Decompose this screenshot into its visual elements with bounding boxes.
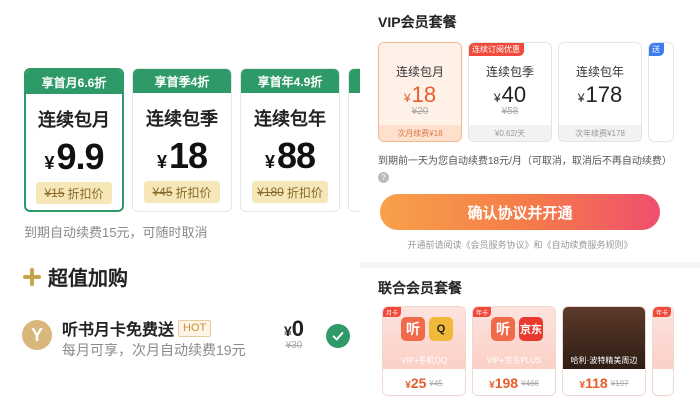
- joint-price: ¥118 ¥197: [563, 369, 645, 395]
- audiobook-app-icon: 听: [401, 317, 425, 341]
- addon-title: 听书月卡免费送 HOT: [62, 316, 212, 340]
- vip-plan-foot: 次年续费¥178: [559, 125, 641, 141]
- vip-plan-original: ¥20: [411, 106, 429, 117]
- discount-label: 折扣价: [286, 185, 323, 200]
- merchandise-image: 哈利·波特精美周边: [563, 307, 645, 369]
- addon-section-title: 超值加购: [22, 262, 128, 291]
- plan-tag: 享首年4.9折: [241, 69, 339, 93]
- vip-plan-monthly[interactable]: 连续包月 ¥18 ¥20 次月续费¥18: [378, 42, 462, 142]
- joint-image: 月卡 听 Q VIP+手机QQ: [383, 307, 465, 369]
- vip-plan-yearly[interactable]: 连续包年 ¥178 次年续费¥178: [558, 42, 642, 142]
- vip-plan-quarterly[interactable]: 连续订阅优惠 连续包季 ¥40 ¥58 ¥0.62/天: [468, 42, 552, 142]
- jd-icon: 京东: [519, 317, 543, 341]
- joint-card-qq[interactable]: 月卡 听 Q VIP+手机QQ ¥25 ¥45: [382, 306, 466, 396]
- joint-plan-cards: 月卡 听 Q VIP+手机QQ ¥25 ¥45 年卡 听 京东 VIP+京东PL…: [382, 306, 700, 410]
- plan-cards: 享首月6.6折 连续包月 ¥ 9.9 ¥15 折扣价 享首季4折 连续包季 ¥ …: [24, 68, 360, 212]
- plus-icon: [22, 267, 42, 287]
- plan-card-yearly[interactable]: 享首年4.9折 连续包年 ¥ 88 ¥180 折扣价: [240, 68, 340, 212]
- joint-image: 年卡 听 京东 VIP+京东PLUS: [473, 307, 555, 369]
- vip-plan-original: ¥58: [501, 106, 519, 117]
- joint-price: ¥25 ¥45: [383, 369, 465, 395]
- plan-price: ¥ 9.9: [26, 136, 122, 178]
- plan-name: 连续包季: [146, 109, 218, 129]
- joint-section: 联合会员套餐 月卡 听 Q VIP+手机QQ ¥25 ¥45 年卡 听 京东 V…: [360, 268, 700, 414]
- plan-card-next[interactable]: [348, 68, 360, 212]
- vip-plan-name: 连续包月: [395, 65, 444, 79]
- vip-plan-next[interactable]: 送: [648, 42, 674, 142]
- addon-price-original: ¥30: [285, 340, 303, 351]
- discount-label: 折扣价: [67, 186, 104, 201]
- price-value: 18: [168, 135, 208, 176]
- vip-section: VIP会员套餐 连续包月 ¥18 ¥20 次月续费¥18 连续订阅优惠 连续包季…: [360, 0, 700, 262]
- vip-plan-cards: 连续包月 ¥18 ¥20 次月续费¥18 连续订阅优惠 连续包季 ¥40 ¥58…: [378, 42, 700, 142]
- vip-plan-price: ¥18: [403, 82, 437, 107]
- check-icon[interactable]: [326, 324, 350, 348]
- auto-renew-note: 到期自动续费15元，可随时取消: [24, 225, 208, 240]
- addon-price: ¥0 ¥30: [284, 316, 304, 351]
- plan-tag: [349, 69, 360, 93]
- qq-icon: Q: [429, 317, 453, 341]
- joint-card-jd[interactable]: 年卡 听 京东 VIP+京东PLUS ¥198 ¥466: [472, 306, 556, 396]
- plan-name: 连续包月: [38, 110, 110, 130]
- discount-badge: ¥45 折扣价: [144, 181, 220, 203]
- renew-note: 到期前一天为您自动续费18元/月（可取消，取消后不再自动续费） ?: [378, 156, 672, 183]
- joint-card-next[interactable]: 年卡: [652, 306, 674, 396]
- card-type-badge: 月卡: [383, 307, 401, 317]
- currency-symbol: ¥: [264, 152, 275, 172]
- gift-badge: 送: [649, 43, 664, 56]
- left-panel: 享首月6.6折 连续包月 ¥ 9.9 ¥15 折扣价 享首季4折 连续包季 ¥ …: [0, 0, 360, 414]
- vip-plan-foot: ¥0.62/天: [469, 125, 551, 141]
- subscription-offer-badge: 连续订阅优惠: [469, 43, 524, 56]
- joint-label: VIP+京东PLUS: [486, 356, 542, 365]
- card-type-badge: 年卡: [473, 307, 491, 317]
- agreement-links[interactable]: 开通前请阅读《会员服务协议》和《自动续费服务规则》: [360, 238, 680, 251]
- right-panel: VIP会员套餐 连续包月 ¥18 ¥20 次月续费¥18 连续订阅优惠 连续包季…: [360, 0, 700, 414]
- joint-image: 年卡: [653, 307, 673, 369]
- currency-symbol: ¥: [44, 153, 55, 173]
- joint-section-title: 联合会员套餐: [378, 280, 462, 296]
- vip-plan-price: ¥178: [577, 82, 623, 107]
- audiobook-app-icon: 听: [491, 317, 515, 341]
- vip-plan-name: 连续包年: [575, 65, 624, 79]
- addon-section-label: 超值加购: [48, 268, 128, 290]
- joint-label: VIP+手机QQ: [400, 356, 447, 365]
- plan-tag: 享首月6.6折: [26, 70, 122, 94]
- addon-price-current: ¥0: [284, 316, 305, 341]
- plan-price: ¥ 88: [241, 135, 339, 177]
- vip-plan-name: 连续包季: [485, 65, 534, 79]
- audiobook-logo-icon: Y: [22, 320, 52, 350]
- original-price: ¥180: [257, 185, 284, 199]
- vip-plan-foot: 次月续费¥18: [379, 125, 461, 141]
- addon-audiobook-card[interactable]: Y 听书月卡免费送 HOT 每月可享，次月自动续费19元 ¥0 ¥30: [22, 316, 352, 364]
- addon-title-text: 听书月卡免费送: [62, 322, 175, 339]
- hot-badge: HOT: [178, 319, 212, 337]
- original-price: ¥15: [44, 186, 65, 200]
- discount-badge: ¥15 折扣价: [36, 182, 112, 204]
- help-icon[interactable]: ?: [378, 171, 389, 183]
- price-value: 88: [276, 135, 316, 176]
- discount-label: 折扣价: [175, 185, 212, 200]
- confirm-subscribe-button[interactable]: 确认协议并开通: [380, 194, 660, 230]
- addon-subtitle: 每月可享，次月自动续费19元: [62, 342, 246, 358]
- plan-tag: 享首季4折: [133, 69, 231, 93]
- joint-price: ¥198 ¥466: [473, 369, 555, 395]
- plan-price: ¥ 18: [133, 135, 231, 177]
- discount-badge: ¥180 折扣价: [252, 181, 328, 203]
- plan-name: 连续包年: [254, 109, 326, 129]
- price-value: 9.9: [56, 136, 104, 177]
- vip-section-title: VIP会员套餐: [378, 14, 457, 30]
- original-price: ¥45: [152, 185, 173, 199]
- card-type-badge: 年卡: [653, 307, 671, 317]
- vip-plan-price: ¥40: [493, 82, 527, 107]
- joint-label: 哈利·波特精美周边: [570, 356, 638, 365]
- currency-symbol: ¥: [156, 152, 167, 172]
- plan-card-quarterly[interactable]: 享首季4折 连续包季 ¥ 18 ¥45 折扣价: [132, 68, 232, 212]
- joint-card-harry-potter[interactable]: 哈利·波特精美周边 ¥118 ¥197: [562, 306, 646, 396]
- plan-card-monthly[interactable]: 享首月6.6折 连续包月 ¥ 9.9 ¥15 折扣价: [24, 68, 124, 212]
